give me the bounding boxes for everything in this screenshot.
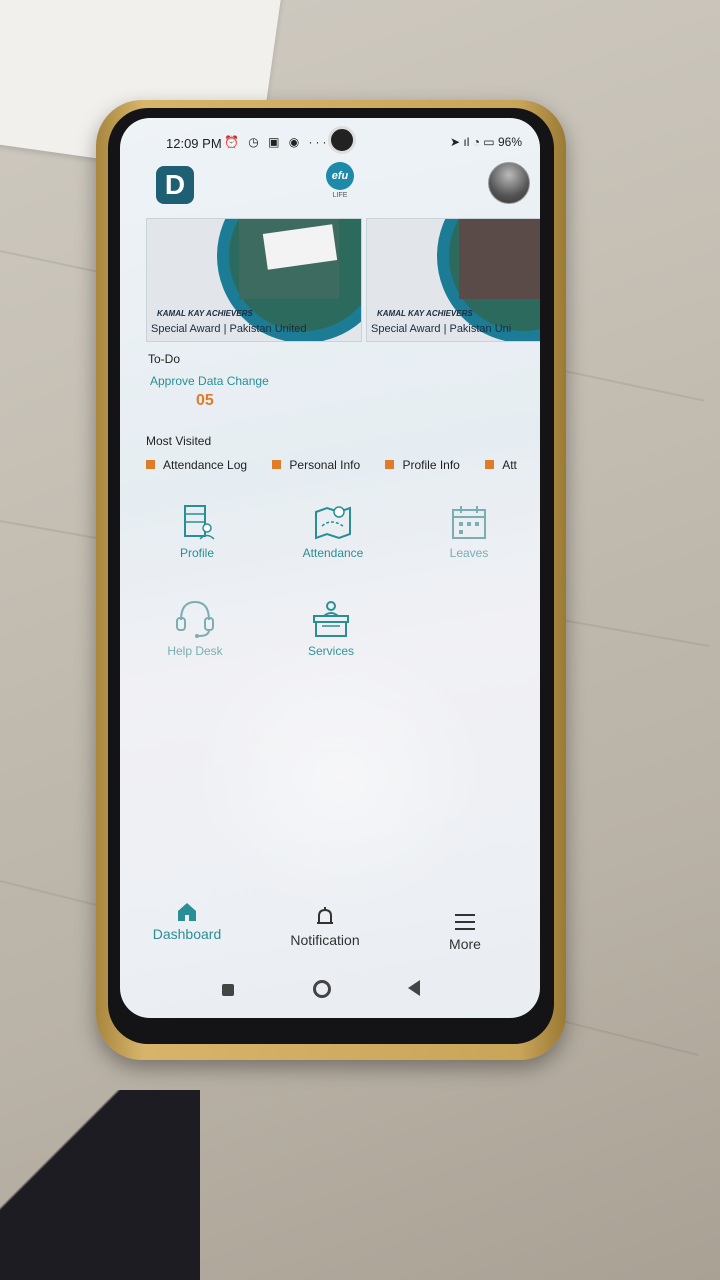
nav-dashboard-label: Dashboard	[152, 926, 222, 942]
status-time: 12:09 PM	[166, 136, 222, 151]
bullet-square	[385, 460, 395, 470]
bullet-square	[485, 460, 495, 470]
banner-carousel[interactable]: KAMAL KAY ACHIEVERS Special Award | Paki…	[146, 218, 540, 342]
back-button[interactable]	[408, 980, 420, 996]
todo-count[interactable]: 05	[196, 392, 214, 410]
most-visited-item[interactable]: Att	[485, 458, 517, 472]
most-visited-heading: Most Visited	[146, 434, 212, 448]
tile-label: Help Desk	[167, 644, 223, 658]
calendar-icon	[452, 506, 486, 539]
notification-icons: ⏰ ◷ ▣ ◉ ···	[224, 135, 330, 149]
nav-more-label: More	[449, 936, 481, 952]
todo-approve-data-change[interactable]: Approve Data Change	[150, 374, 269, 388]
banner-tag: KAMAL KAY ACHIEVERS	[157, 309, 253, 318]
most-visited-label: Attendance Log	[163, 458, 248, 472]
profile-icon	[184, 505, 215, 540]
home-icon	[178, 903, 196, 921]
most-visited-item[interactable]: Profile Info	[385, 458, 460, 472]
bottom-nav: Dashboard Notification More	[120, 900, 540, 960]
most-visited-label: Att	[502, 458, 517, 472]
tile-label: Profile	[179, 546, 214, 560]
front-camera	[328, 126, 356, 154]
system-nav-bar	[120, 974, 540, 1014]
banner-photo	[459, 219, 540, 299]
app-header: D efu LIFE	[120, 156, 540, 218]
banner-caption: Special Award | Pakistan Uni	[371, 323, 512, 335]
nav-notification[interactable]: Notification	[270, 906, 380, 948]
banner-card[interactable]: KAMAL KAY ACHIEVERS Special Award | Paki…	[366, 218, 540, 342]
banner-caption: Special Award | Pakistan United	[151, 323, 307, 335]
banner-card[interactable]: KAMAL KAY ACHIEVERS Special Award | Paki…	[146, 218, 362, 342]
tile-label: Leaves	[449, 546, 489, 560]
app-logo[interactable]: D	[156, 166, 194, 204]
todo-heading: To-Do	[148, 352, 181, 366]
most-visited-label: Personal Info	[289, 458, 361, 472]
bullet-square	[272, 460, 282, 470]
most-visited-item[interactable]: Personal Info	[272, 458, 360, 472]
recents-button[interactable]	[222, 984, 234, 996]
nav-more[interactable]: More	[410, 910, 520, 952]
headset-icon	[176, 600, 214, 638]
most-visited-item[interactable]: Attendance Log	[146, 458, 247, 472]
brand-sub: LIFE	[332, 192, 348, 199]
bullet-square	[146, 460, 155, 470]
tile-attendance[interactable]: Attendance	[278, 502, 388, 560]
screen-glare	[190, 638, 490, 918]
attendance-icon	[315, 506, 351, 540]
nav-notification-label: Notification	[290, 932, 360, 948]
brand-logo: efu	[326, 162, 354, 190]
most-visited-label: Profile Info	[402, 458, 460, 472]
most-visited-list: Attendance Log Personal Info Profile Inf…	[146, 458, 540, 478]
home-button[interactable]	[313, 980, 331, 998]
nav-dashboard[interactable]: Dashboard	[132, 900, 242, 942]
tile-label: Attendance	[302, 546, 364, 560]
tile-label: Services	[307, 644, 354, 658]
tile-leaves[interactable]: Leaves	[414, 502, 524, 560]
avatar[interactable]	[488, 162, 530, 204]
reception-icon	[313, 601, 349, 637]
dark-corner	[0, 1090, 200, 1280]
status-right-icons: ➤ ıl ◔ ▭ 96%	[450, 135, 522, 149]
menu-icon	[455, 914, 475, 930]
phone-screen: 12:09 PM ⏰ ◷ ▣ ◉ ··· ➤ ıl ◔ ▭ 96% D efu …	[120, 118, 540, 1018]
banner-tag: KAMAL KAY ACHIEVERS	[377, 309, 473, 318]
bell-icon	[317, 907, 333, 924]
tile-profile[interactable]: Profile	[142, 502, 252, 560]
tile-help-desk[interactable]: Help Desk	[140, 596, 250, 658]
tile-services[interactable]: Services	[276, 598, 386, 658]
